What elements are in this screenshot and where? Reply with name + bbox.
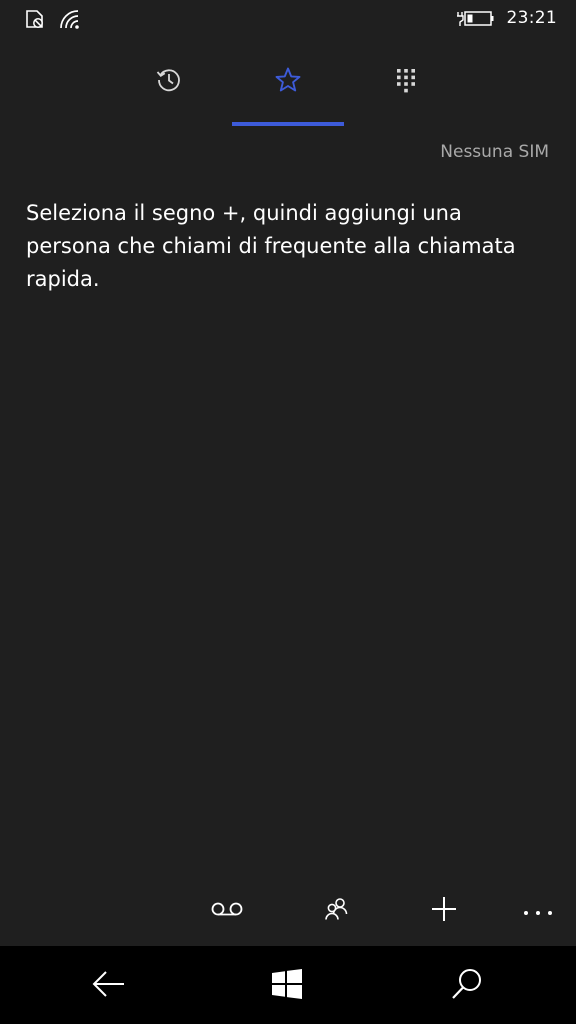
- app-bar: [0, 878, 576, 944]
- search-button[interactable]: [427, 958, 507, 1014]
- status-time: 23:21: [506, 8, 557, 28]
- contacts-button[interactable]: [306, 886, 366, 936]
- dialpad-icon: [394, 66, 418, 98]
- more-button[interactable]: [508, 886, 568, 936]
- add-icon: [429, 894, 459, 928]
- history-icon: [155, 66, 183, 98]
- speed-dial-empty-message: Seleziona il segno +, quindi aggiungi un…: [26, 201, 516, 291]
- navigation-bar: [0, 946, 576, 1024]
- wifi-icon: [58, 8, 82, 34]
- sim-status: Nessuna SIM: [440, 142, 549, 162]
- start-button[interactable]: [247, 958, 327, 1014]
- contacts-icon: [322, 895, 350, 927]
- star-icon: [274, 66, 302, 98]
- tab-keypad[interactable]: [350, 52, 462, 112]
- no-sim-icon: [24, 8, 46, 34]
- voicemail-button[interactable]: [197, 886, 257, 936]
- tab-history[interactable]: [113, 52, 225, 112]
- tab-speed-dial[interactable]: [232, 52, 344, 112]
- pivot-tabs: [0, 52, 576, 128]
- battery-charging-icon: [455, 7, 495, 33]
- add-button[interactable]: [414, 886, 474, 936]
- active-tab-indicator: [232, 122, 344, 126]
- phone-screen: 23:21 Nessuna SIM Seleziona il segno +, …: [0, 0, 576, 1024]
- status-bar: 23:21: [0, 0, 576, 40]
- back-icon: [91, 969, 127, 1003]
- voicemail-icon: [210, 899, 244, 923]
- back-button[interactable]: [69, 958, 149, 1014]
- search-icon: [450, 967, 484, 1005]
- windows-icon: [271, 968, 303, 1004]
- more-icon: [522, 902, 554, 921]
